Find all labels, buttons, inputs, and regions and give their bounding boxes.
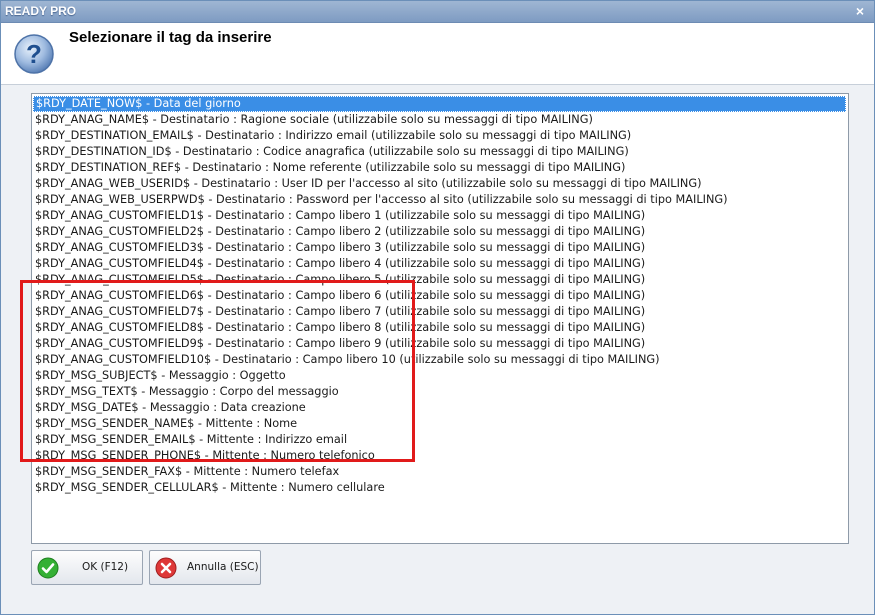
dialog-content: $RDY_DATE_NOW$ - Data del giorno $RDY_ANA…	[1, 85, 874, 614]
list-item-selected[interactable]: $RDY_DATE_NOW$ - Data del giorno	[33, 96, 846, 112]
ok-button[interactable]: OK (F12)	[31, 550, 143, 585]
list-item[interactable]: $RDY_ANAG_CUSTOMFIELD8$ - Destinatario :…	[33, 320, 847, 336]
list-item[interactable]: $RDY_MSG_DATE$ - Messaggio : Data creazi…	[33, 400, 847, 416]
ok-button-label: OK (F12)	[82, 561, 129, 573]
list-item[interactable]: $RDY_ANAG_CUSTOMFIELD1$ - Destinatario :…	[33, 208, 847, 224]
list-item[interactable]: $RDY_ANAG_NAME$ - Destinatario : Ragione…	[33, 112, 847, 128]
list-item[interactable]: $RDY_MSG_SENDER_EMAIL$ - Mittente : Indi…	[33, 432, 847, 448]
list-item[interactable]: $RDY_MSG_SENDER_NAME$ - Mittente : Nome	[33, 416, 847, 432]
question-icon: ?	[14, 34, 54, 74]
list-item[interactable]: $RDY_MSG_SENDER_FAX$ - Mittente : Numero…	[33, 464, 847, 480]
cancel-button[interactable]: Annulla (ESC)	[149, 550, 261, 585]
list-item[interactable]: $RDY_ANAG_CUSTOMFIELD9$ - Destinatario :…	[33, 336, 847, 352]
dialog-window: READY PRO × ? Selezionare il tag da inse…	[0, 0, 875, 615]
list-item[interactable]: $RDY_ANAG_WEB_USERID$ - Destinatario : U…	[33, 176, 847, 192]
list-item[interactable]: $RDY_ANAG_CUSTOMFIELD2$ - Destinatario :…	[33, 224, 847, 240]
svg-text:?: ?	[26, 39, 42, 69]
tag-listbox[interactable]: $RDY_DATE_NOW$ - Data del giorno $RDY_ANA…	[31, 93, 849, 544]
close-icon	[155, 557, 177, 579]
list-item[interactable]: $RDY_ANAG_CUSTOMFIELD5$ - Destinatario :…	[33, 272, 847, 288]
list-item[interactable]: $RDY_MSG_SENDER_PHONE$ - Mittente : Nume…	[33, 448, 847, 464]
list-item[interactable]: $RDY_ANAG_CUSTOMFIELD6$ - Destinatario :…	[33, 288, 847, 304]
list-item[interactable]: $RDY_ANAG_CUSTOMFIELD7$ - Destinatario :…	[33, 304, 847, 320]
title-bar[interactable]: READY PRO ×	[1, 1, 874, 23]
list-item[interactable]: $RDY_ANAG_CUSTOMFIELD10$ - Destinatario …	[33, 352, 847, 368]
list-item[interactable]: $RDY_ANAG_CUSTOMFIELD4$ - Destinatario :…	[33, 256, 847, 272]
dialog-heading: Selezionare il tag da inserire	[69, 29, 272, 46]
list-item[interactable]: $RDY_DESTINATION_ID$ - Destinatario : Co…	[33, 144, 847, 160]
list-item[interactable]: $RDY_MSG_TEXT$ - Messaggio : Corpo del m…	[33, 384, 847, 400]
checkmark-icon	[37, 557, 59, 579]
list-item[interactable]: $RDY_DESTINATION_EMAIL$ - Destinatario :…	[33, 128, 847, 144]
window-close-button[interactable]: ×	[853, 4, 867, 18]
list-item[interactable]: $RDY_MSG_SUBJECT$ - Messaggio : Oggetto	[33, 368, 847, 384]
window-title: READY PRO	[5, 4, 77, 18]
list-item[interactable]: $RDY_ANAG_CUSTOMFIELD3$ - Destinatario :…	[33, 240, 847, 256]
cancel-button-label: Annulla (ESC)	[187, 561, 259, 573]
list-item[interactable]: $RDY_ANAG_WEB_USERPWD$ - Destinatario : …	[33, 192, 847, 208]
list-item[interactable]: $RDY_DESTINATION_REF$ - Destinatario : N…	[33, 160, 847, 176]
list-item[interactable]: $RDY_MSG_SENDER_CELLULAR$ - Mittente : N…	[33, 480, 847, 496]
dialog-header: ? Selezionare il tag da inserire	[1, 23, 874, 85]
